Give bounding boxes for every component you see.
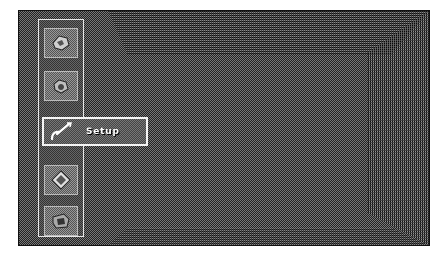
setup-icon — [46, 119, 76, 144]
menu-item-sound[interactable] — [44, 71, 78, 101]
sound-icon — [50, 76, 72, 96]
main-menu: Setup — [38, 19, 148, 237]
background-bevel-bottom — [108, 228, 430, 246]
menu-item-channel[interactable] — [44, 206, 78, 236]
menu-item-picture[interactable] — [44, 28, 78, 58]
osd-screen: Setup — [18, 10, 430, 246]
features-icon — [50, 169, 72, 191]
background-bevel-top — [108, 10, 430, 54]
menu-item-label: Setup — [86, 126, 120, 137]
menu-item-setup[interactable]: Setup — [42, 117, 148, 146]
picture-icon — [50, 33, 72, 53]
menu-item-features[interactable] — [44, 165, 78, 195]
channel-icon — [50, 211, 72, 231]
background-bevel-right — [368, 10, 430, 246]
